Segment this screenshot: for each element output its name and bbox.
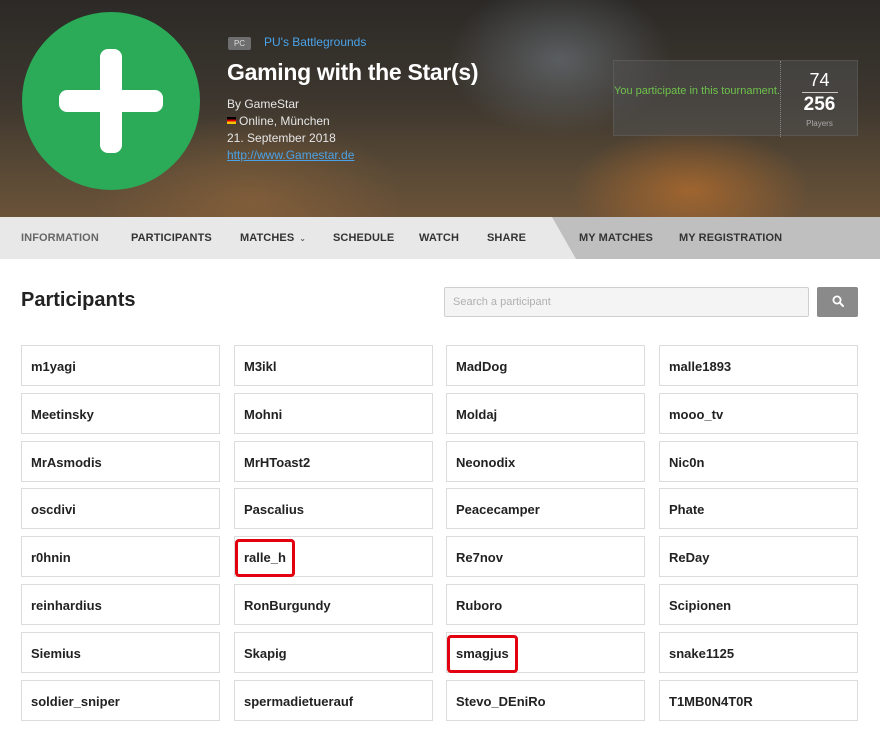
participant-name: soldier_sniper	[31, 694, 120, 709]
participant-card[interactable]: MrHToast2	[234, 441, 433, 482]
participant-name: snake1125	[669, 646, 735, 661]
tab-my-registration[interactable]: MY REGISTRATION	[679, 217, 782, 259]
participant-card[interactable]: oscdivi	[21, 488, 220, 529]
participant-card[interactable]: M3ikl	[234, 345, 433, 386]
participant-name: Nic0n	[669, 455, 705, 470]
participation-message: You participate in this tournament.	[614, 85, 780, 97]
participant-name: mooo_tv	[669, 407, 724, 422]
participant-card[interactable]: r0hnin	[21, 536, 220, 577]
participant-name: oscdivi	[31, 502, 76, 517]
game-link[interactable]: PU's Battlegrounds	[264, 35, 366, 49]
participants-count: 74	[809, 70, 830, 90]
search-icon	[832, 295, 844, 307]
participant-name: Scipionen	[669, 598, 732, 613]
participant-card[interactable]: MadDog	[446, 345, 645, 386]
chevron-down-icon: ⌄	[299, 234, 307, 243]
participant-card[interactable]: snake1125	[659, 632, 858, 673]
participant-card[interactable]: Mohni	[234, 393, 433, 434]
date-text: 21. September 2018	[227, 131, 336, 145]
participant-card[interactable]: Stevo_DEniRo	[446, 680, 645, 721]
participant-card[interactable]: reinhardius	[21, 584, 220, 625]
participant-card[interactable]: Phate	[659, 488, 858, 529]
participant-card[interactable]: ReDay	[659, 536, 858, 577]
tab-matches[interactable]: MATCHES ⌄	[240, 217, 306, 259]
participant-name: Skapig	[244, 646, 287, 661]
tab-my-matches[interactable]: MY MATCHES	[579, 217, 653, 259]
participant-name: ReDay	[669, 550, 710, 565]
participant-card[interactable]: soldier_sniper	[21, 680, 220, 721]
tournament-logo	[22, 12, 200, 190]
participant-name: MrAsmodis	[31, 455, 102, 470]
participant-name: r0hnin	[31, 550, 71, 565]
tournament-title: Gaming with the Star(s)	[227, 59, 479, 85]
participant-card[interactable]: T1MB0N4T0R	[659, 680, 858, 721]
search-button[interactable]	[817, 287, 858, 317]
participant-name: Phate	[669, 502, 705, 517]
participant-name: Pascalius	[244, 502, 304, 517]
participant-name: M3ikl	[244, 359, 277, 374]
players-max: 256	[803, 94, 836, 115]
participant-name: RonBurgundy	[244, 598, 331, 613]
participant-name: malle1893	[669, 359, 732, 374]
participant-card[interactable]: mooo_tv	[659, 393, 858, 434]
participant-card[interactable]: RonBurgundy	[234, 584, 433, 625]
participant-name: Ruboro	[456, 598, 503, 613]
tournament-header: PC PU's Battlegrounds Gaming with the St…	[0, 0, 880, 217]
participant-name: Siemius	[31, 646, 81, 661]
participant-name: MrHToast2	[244, 455, 311, 470]
participant-name: reinhardius	[31, 598, 102, 613]
participant-card[interactable]: MrAsmodis	[21, 441, 220, 482]
participant-card[interactable]: Siemius	[21, 632, 220, 673]
website-link[interactable]: http://www.Gamestar.de	[227, 148, 354, 162]
participant-card[interactable]: Meetinsky	[21, 393, 220, 434]
participant-name: Mohni	[244, 407, 283, 422]
participant-card[interactable]: Re7nov	[446, 536, 645, 577]
participant-name: Moldaj	[456, 407, 498, 422]
tab-information[interactable]: INFORMATION	[21, 217, 99, 259]
participant-name: T1MB0N4T0R	[669, 694, 753, 709]
participant-card[interactable]: Ruboro	[446, 584, 645, 625]
participant-name: Stevo_DEniRo	[456, 694, 546, 709]
germany-flag-icon	[227, 117, 236, 124]
location-text: Online, München	[227, 114, 330, 128]
participant-card[interactable]: ralle_h	[234, 536, 433, 577]
tournament-nav: INFORMATION PARTICIPANTS MATCHES ⌄ SCHEDU…	[0, 217, 880, 259]
participant-name: Neonodix	[456, 455, 516, 470]
players-label: Players	[806, 119, 833, 128]
tab-participants[interactable]: PARTICIPANTS	[131, 217, 212, 259]
participant-card[interactable]: Moldaj	[446, 393, 645, 434]
tab-watch[interactable]: WATCH	[419, 217, 459, 259]
participant-card[interactable]: m1yagi	[21, 345, 220, 386]
highlight-box	[235, 539, 295, 577]
page-title: Participants	[21, 289, 136, 311]
search-input[interactable]	[444, 287, 809, 317]
participant-name: Meetinsky	[31, 407, 94, 422]
participant-name: spermadietuerauf	[244, 694, 354, 709]
participant-card[interactable]: Scipionen	[659, 584, 858, 625]
participant-name: m1yagi	[31, 359, 76, 374]
participant-card[interactable]: malle1893	[659, 345, 858, 386]
participant-name: MadDog	[456, 359, 508, 374]
participant-card[interactable]: Nic0n	[659, 441, 858, 482]
participant-card[interactable]: Neonodix	[446, 441, 645, 482]
participant-card[interactable]: Peacecamper	[446, 488, 645, 529]
platform-badge: PC	[228, 37, 251, 50]
participant-card[interactable]: spermadietuerauf	[234, 680, 433, 721]
participant-name: Peacecamper	[456, 502, 540, 517]
participant-card[interactable]: Pascalius	[234, 488, 433, 529]
participant-card[interactable]: Skapig	[234, 632, 433, 673]
organizer-text: By GameStar	[227, 97, 300, 111]
highlight-box	[447, 635, 518, 673]
participant-name: Re7nov	[456, 550, 503, 565]
participant-card[interactable]: smagjus	[446, 632, 645, 673]
tab-share[interactable]: SHARE	[487, 217, 526, 259]
tab-schedule[interactable]: SCHEDULE	[333, 217, 394, 259]
participation-box: You participate in this tournament. 74 2…	[613, 60, 858, 137]
